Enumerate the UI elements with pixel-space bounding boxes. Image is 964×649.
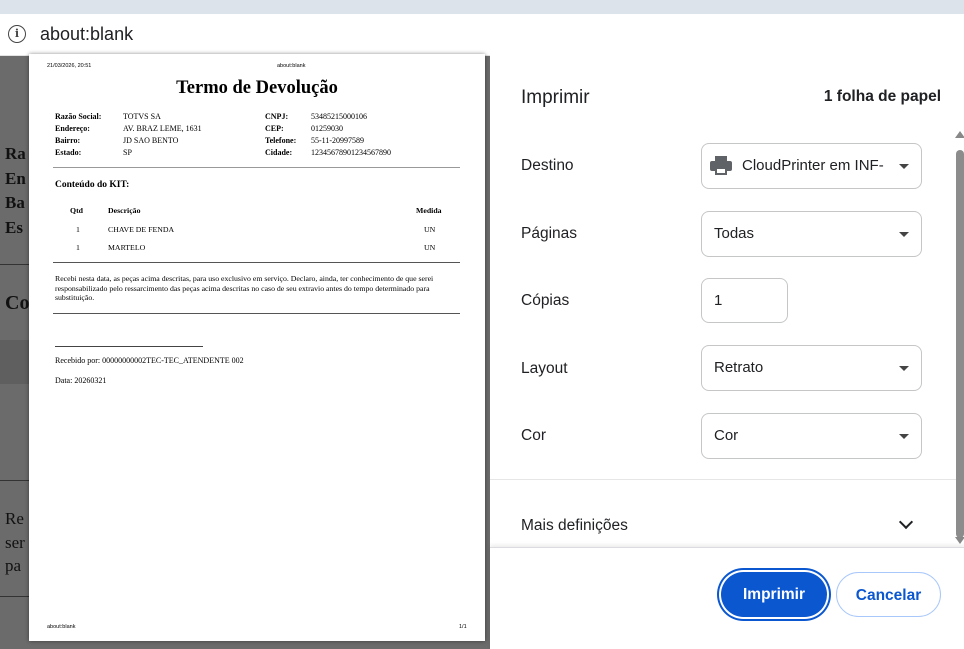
field-label: Bairro: (55, 136, 81, 145)
item-unit: UN (424, 225, 436, 234)
field-label: Razão Social: (55, 112, 102, 121)
layout-select[interactable]: Retrato (701, 345, 922, 391)
destination-select[interactable]: CloudPrinter em INF- (701, 143, 922, 189)
panel-divider (490, 479, 964, 480)
field-value: AV. BRAZ LEME, 1631 (123, 124, 202, 133)
background-text: pa (5, 556, 22, 575)
field-label: Endereço: (55, 124, 90, 133)
print-settings-panel: Imprimir 1 folha de papel Destino CloudP… (490, 50, 964, 649)
printer-icon (710, 156, 732, 176)
field-label: Cidade: (265, 148, 293, 157)
preview-header-url: about:blank (277, 63, 306, 69)
item-qty: 1 (76, 225, 80, 234)
expand-chevron-icon[interactable] (898, 514, 914, 530)
print-preview-page: 21/03/2026, 20:51 about:blank Termo de D… (29, 54, 485, 641)
chevron-down-icon (899, 164, 909, 169)
copies-value: 1 (714, 292, 723, 309)
more-settings-toggle[interactable]: Mais definições (521, 517, 628, 535)
section-divider (53, 262, 460, 263)
kit-heading: Conteúdo do KIT: (55, 180, 130, 190)
field-value: 12345678901234567890 (311, 148, 391, 157)
background-block (0, 340, 30, 384)
destination-label: Destino (521, 157, 574, 174)
signature-line (55, 346, 203, 347)
preview-page-number: 1/1 (459, 624, 467, 630)
declaration-text: Recebi nesta data, as peças acima descri… (55, 274, 434, 302)
background-text: Ra (5, 144, 26, 163)
background-text: En (5, 169, 26, 188)
url-text[interactable]: about:blank (40, 24, 133, 45)
col-header-qty: Qtd (70, 206, 83, 215)
background-divider (0, 264, 30, 265)
pages-label: Páginas (521, 225, 578, 242)
received-by: Recebido por: 00000000002TEC-TEC_ATENDEN… (55, 356, 244, 365)
print-button[interactable]: Imprimir (721, 572, 827, 617)
pages-select[interactable]: Todas (701, 211, 922, 257)
cancel-button[interactable]: Cancelar (836, 572, 941, 617)
print-dialog-title: Imprimir (521, 87, 590, 108)
col-header-unit: Medida (416, 206, 442, 215)
chevron-down-icon (899, 366, 909, 371)
layout-label: Layout (521, 360, 568, 377)
section-divider (53, 313, 460, 314)
field-value: 53485215000106 (311, 112, 367, 121)
preview-header-datetime: 21/03/2026, 20:51 (47, 63, 92, 69)
document-title: Termo de Devolução (176, 78, 338, 98)
window-title-strip (0, 0, 964, 14)
company-field-values: TOTVS SA AV. BRAZ LEME, 1631 JD SAO BENT… (123, 111, 263, 159)
scroll-up-arrow-icon[interactable] (955, 131, 964, 138)
background-text: Es (5, 218, 23, 237)
field-label: CEP: (265, 124, 284, 133)
background-text: Co (5, 292, 30, 314)
item-description: CHAVE DE FENDA (108, 225, 175, 234)
dialog-footer: Imprimir Cancelar (490, 547, 964, 649)
copies-input[interactable]: 1 (701, 278, 788, 323)
item-qty: 1 (76, 243, 80, 252)
chevron-down-icon (899, 232, 909, 237)
background-text: Re (5, 509, 24, 528)
copies-label: Cópias (521, 292, 570, 309)
layout-value: Retrato (714, 359, 764, 376)
site-info-icon[interactable]: i (8, 25, 26, 43)
preview-footer-url: about:blank (47, 624, 76, 630)
company-field-labels: Razão Social: Endereço: Bairro: Estado: (55, 111, 125, 159)
pages-value: Todas (714, 225, 755, 242)
field-value: TOTVS SA (123, 112, 161, 121)
item-description: MARTELO (108, 243, 146, 252)
background-text: Ba (5, 193, 25, 212)
chevron-down-icon (899, 434, 909, 439)
field-value: JD SAO BENTO (123, 136, 179, 145)
field-value: SP (123, 148, 132, 157)
background-divider (0, 480, 30, 481)
field-value: 01259030 (311, 124, 343, 133)
item-unit: UN (424, 243, 436, 252)
field-value: 55-11-20997589 (311, 136, 365, 145)
destination-value: CloudPrinter em INF- (742, 157, 884, 174)
color-select[interactable]: Cor (701, 413, 922, 459)
received-date: Data: 20260321 (55, 376, 107, 385)
contact-field-labels: CNPJ: CEP: Telefone: Cidade: (265, 111, 315, 159)
color-label: Cor (521, 427, 546, 444)
contact-field-values: 53485215000106 01259030 55-11-20997589 1… (311, 111, 451, 159)
field-label: Telefone: (265, 136, 297, 145)
scroll-down-arrow-icon[interactable] (955, 537, 964, 544)
section-divider (53, 167, 460, 168)
field-label: CNPJ: (265, 112, 289, 121)
color-value: Cor (714, 427, 739, 444)
sheet-count: 1 folha de papel (823, 88, 941, 105)
background-divider (0, 596, 30, 597)
field-label: Estado: (55, 148, 82, 157)
col-header-description: Descrição (108, 206, 141, 215)
scrollbar-thumb[interactable] (956, 150, 964, 538)
background-text: ser (5, 533, 25, 552)
